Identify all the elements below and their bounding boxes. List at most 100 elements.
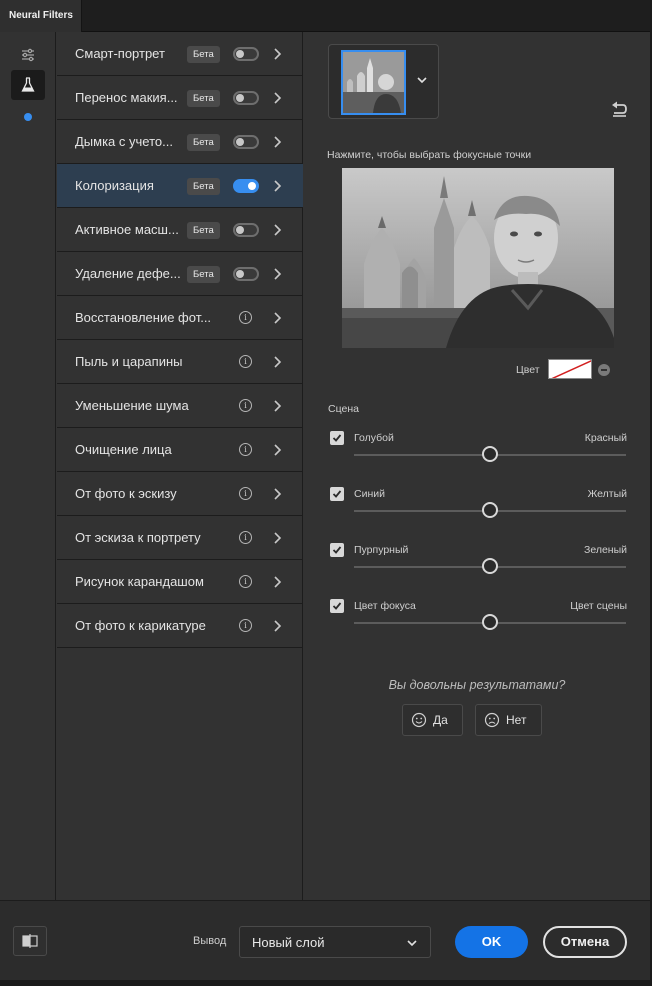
slider-left-label: Голубой (354, 432, 394, 444)
slider-handle[interactable] (482, 614, 498, 630)
info-icon[interactable]: i (239, 355, 252, 368)
slider-handle[interactable] (482, 502, 498, 518)
chevron-right-icon[interactable] (269, 530, 285, 546)
filter-row[interactable]: Дымка с учето... Бета (57, 120, 303, 164)
output-select[interactable]: Новый слой (239, 926, 431, 958)
active-indicator-dot (24, 113, 32, 121)
filter-toggle[interactable] (233, 135, 259, 149)
chevron-right-icon[interactable] (269, 178, 285, 194)
slider-handle[interactable] (482, 558, 498, 574)
scene-slider[interactable]: Цвет фокуса Цвет сцены (328, 599, 628, 639)
info-icon[interactable]: i (239, 531, 252, 544)
filter-name: Уменьшение шума (75, 398, 189, 413)
cancel-button[interactable]: Отмена (543, 926, 627, 958)
checkmark-icon (332, 602, 342, 610)
feedback-yes-button[interactable]: Да (402, 704, 463, 736)
info-icon[interactable]: i (239, 311, 252, 324)
filter-toggle[interactable] (233, 223, 259, 237)
chevron-down-icon[interactable] (415, 73, 429, 87)
smile-icon (411, 712, 427, 728)
filter-row[interactable]: Пыль и царапины i (57, 340, 303, 384)
filter-name: Удаление дефе... (75, 266, 181, 281)
filter-row[interactable]: Смарт-портрет Бета (57, 32, 303, 76)
chevron-right-icon[interactable] (269, 46, 285, 62)
slider-checkbox[interactable] (330, 543, 344, 557)
beta-badge: Бета (187, 222, 220, 239)
compare-view-icon[interactable] (13, 926, 47, 956)
beta-badge: Бета (187, 178, 220, 195)
slider-checkbox[interactable] (330, 599, 344, 613)
filter-name: Перенос макия... (75, 90, 178, 105)
info-icon[interactable]: i (239, 487, 252, 500)
filter-toggle[interactable] (233, 47, 259, 61)
focus-points-hint: Нажмите, чтобы выбрать фокусные точки (327, 149, 532, 161)
ok-button[interactable]: OK (455, 926, 528, 958)
reset-icon[interactable] (610, 100, 628, 118)
sliders-icon[interactable] (11, 40, 45, 70)
reference-image-picker[interactable] (328, 44, 439, 119)
filter-row[interactable]: Перенос макия... Бета (57, 76, 303, 120)
output-select-value: Новый слой (252, 935, 325, 950)
filter-row[interactable]: От фото к эскизу i (57, 472, 303, 516)
filter-row[interactable]: От эскиза к портрету i (57, 516, 303, 560)
filter-row[interactable]: Очищение лица i (57, 428, 303, 472)
toggle-knob (248, 182, 256, 190)
chevron-right-icon[interactable] (269, 398, 285, 414)
filter-row[interactable]: Активное масш... Бета (57, 208, 303, 252)
dialog-footer: Вывод Новый слой OK Отмена (0, 900, 650, 980)
checkmark-icon (332, 490, 342, 498)
filter-name: Активное масш... (75, 222, 179, 237)
slider-left-label: Синий (354, 488, 385, 500)
filter-name: Рисунок карандашом (75, 574, 204, 589)
window-bottom-edge (0, 980, 652, 986)
filter-toggle[interactable] (233, 179, 259, 193)
filter-row[interactable]: Колоризация Бета (57, 164, 303, 208)
filter-name: От эскиза к портрету (75, 530, 201, 545)
feedback-question: Вы довольны результатами? (388, 678, 566, 692)
chevron-right-icon[interactable] (269, 486, 285, 502)
slider-right-label: Красный (584, 432, 627, 444)
filter-row[interactable]: Восстановление фот... i (57, 296, 303, 340)
feedback-no-button[interactable]: Нет (475, 704, 542, 736)
filter-toggle[interactable] (233, 91, 259, 105)
tab-bar: Neural Filters (0, 0, 652, 32)
chevron-right-icon[interactable] (269, 134, 285, 150)
remove-color-icon[interactable] (598, 364, 610, 376)
checkmark-icon (332, 434, 342, 442)
slider-checkbox[interactable] (330, 487, 344, 501)
chevron-right-icon[interactable] (269, 90, 285, 106)
slider-left-label: Цвет фокуса (354, 600, 416, 612)
tab-neural-filters[interactable]: Neural Filters (0, 0, 82, 32)
chevron-right-icon[interactable] (269, 574, 285, 590)
toggle-knob (236, 138, 244, 146)
slider-handle[interactable] (482, 446, 498, 462)
focus-color-swatch[interactable] (548, 359, 592, 379)
flask-icon[interactable] (11, 70, 45, 100)
chevron-down-icon (407, 940, 417, 947)
toggle-knob (236, 94, 244, 102)
chevron-right-icon[interactable] (269, 266, 285, 282)
filter-row[interactable]: Удаление дефе... Бета (57, 252, 303, 296)
scene-slider[interactable]: Голубой Красный (328, 431, 628, 471)
info-icon[interactable]: i (239, 619, 252, 632)
chevron-right-icon[interactable] (269, 354, 285, 370)
filter-row[interactable]: Рисунок карандашом i (57, 560, 303, 604)
scene-slider[interactable]: Пурпурный Зеленый (328, 543, 628, 583)
chevron-right-icon[interactable] (269, 222, 285, 238)
slider-checkbox[interactable] (330, 431, 344, 445)
filter-row[interactable]: Уменьшение шума i (57, 384, 303, 428)
filter-name: От фото к карикатуре (75, 618, 206, 633)
info-icon[interactable]: i (239, 575, 252, 588)
filter-name: Колоризация (75, 178, 154, 193)
info-icon[interactable]: i (239, 443, 252, 456)
filter-toggle[interactable] (233, 267, 259, 281)
scene-slider[interactable]: Синий Желтый (328, 487, 628, 527)
focus-preview-image[interactable] (342, 168, 614, 348)
reference-thumbnail[interactable] (341, 50, 406, 115)
info-icon[interactable]: i (239, 399, 252, 412)
chevron-right-icon[interactable] (269, 310, 285, 326)
filter-list: Смарт-портрет Бета Перенос макия... Бета Дым… (57, 32, 303, 900)
chevron-right-icon[interactable] (269, 618, 285, 634)
chevron-right-icon[interactable] (269, 442, 285, 458)
filter-row[interactable]: От фото к карикатуре i (57, 604, 303, 648)
